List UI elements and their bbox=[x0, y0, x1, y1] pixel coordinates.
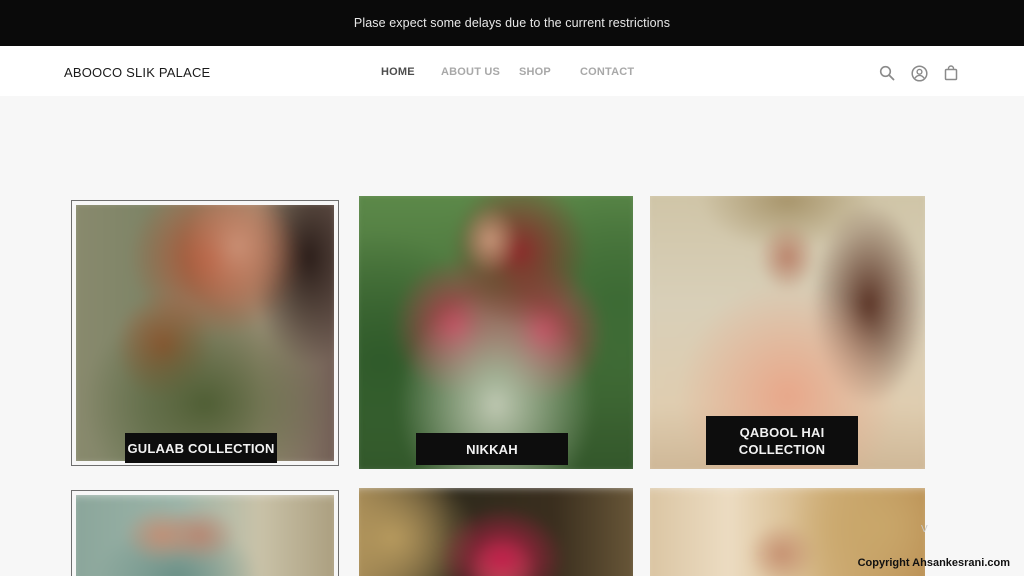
collection-image bbox=[76, 495, 334, 576]
collection-label: GULAAB COLLECTION bbox=[125, 433, 277, 463]
account-icon[interactable] bbox=[910, 64, 928, 82]
watermark-fragment: V bbox=[921, 524, 928, 535]
collection-card[interactable] bbox=[359, 488, 633, 576]
copyright-overlay: Copyright Ahsankesrani.com bbox=[857, 557, 1010, 569]
main-nav: HOME ABOUT US SHOP CONTACT bbox=[0, 66, 1024, 82]
collection-label: NIKKAH bbox=[416, 433, 568, 465]
collection-card[interactable] bbox=[71, 490, 339, 576]
cart-bag-icon[interactable] bbox=[942, 64, 960, 82]
collection-card-gulaab[interactable]: GULAAB COLLECTION bbox=[71, 200, 339, 466]
site-header: ABOOCO SLIK PALACE HOME ABOUT US SHOP CO… bbox=[0, 46, 1024, 96]
announcement-text: Plase expect some delays due to the curr… bbox=[353, 16, 671, 30]
collection-image bbox=[359, 488, 633, 576]
nav-home[interactable]: HOME bbox=[381, 66, 415, 78]
search-icon[interactable] bbox=[878, 64, 896, 82]
collection-label: QABOOL HAI COLLECTION bbox=[706, 416, 858, 465]
header-icons bbox=[878, 64, 960, 82]
nav-contact[interactable]: CONTACT bbox=[580, 66, 634, 78]
nav-about-us[interactable]: ABOUT US bbox=[441, 66, 500, 78]
collection-card-nikkah[interactable]: NIKKAH bbox=[359, 196, 633, 469]
collection-card-qabool-hai[interactable]: QABOOL HAI COLLECTION bbox=[650, 196, 925, 469]
collection-image bbox=[76, 205, 334, 461]
nav-shop[interactable]: SHOP bbox=[519, 66, 551, 78]
collection-image bbox=[359, 196, 633, 469]
announcement-bar: Plase expect some delays due to the curr… bbox=[0, 0, 1024, 46]
